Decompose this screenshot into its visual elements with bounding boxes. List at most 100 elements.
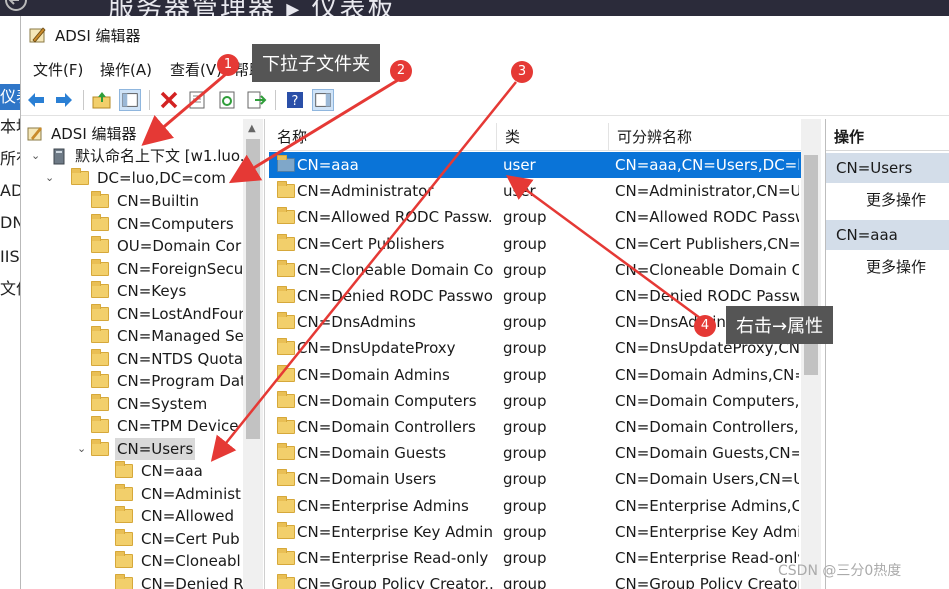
column-class[interactable]: 类 <box>497 123 609 151</box>
cell-class: group <box>503 234 547 253</box>
cell-class: group <box>503 444 547 463</box>
cell-class: group <box>503 391 547 410</box>
tree-scrollbar[interactable]: ▲ <box>243 119 263 589</box>
cell-dn: CN=Domain Users,CN=Us <box>615 470 799 489</box>
tree-subitem-label: CN=aaa <box>141 462 203 480</box>
sidebar-item-dashboard[interactable]: 仪表 <box>0 84 22 110</box>
table-row[interactable]: CN=Domain Controllers group CN=Domain Cont… <box>269 414 801 440</box>
table-row[interactable]: CN=Enterprise Read-only ... group CN=Enter… <box>269 545 801 571</box>
server-manager-title: 服务器管理器 ▸ 仪表板 <box>108 0 396 16</box>
table-row[interactable]: CN=Group Policy Creator... group CN=Group … <box>269 571 801 589</box>
list-header: 名称 类 可分辨名称 <box>269 123 801 151</box>
table-row[interactable]: CN=Administrator user CN=Administrator,CN=… <box>269 178 801 204</box>
table-row[interactable]: CN=Domain Users group CN=Domain Users,CN=U… <box>269 466 801 492</box>
folder-icon <box>277 548 295 565</box>
menu-file[interactable]: 文件(F) <box>33 59 83 80</box>
toolbar: ? <box>21 86 949 116</box>
table-row[interactable]: CN=Cloneable Domain Co... group CN=Cloneab… <box>269 257 801 283</box>
column-dn[interactable]: 可分辨名称 <box>609 123 801 151</box>
table-row[interactable]: CN=aaa user CN=aaa,CN=Users,DC=luo <box>269 152 801 178</box>
list-scrollbar[interactable] <box>801 119 821 589</box>
menu-action[interactable]: 操作(A) <box>100 59 152 80</box>
table-row[interactable]: CN=Domain Guests group CN=Domain Guests,CN… <box>269 440 801 466</box>
sidebar-item-dns[interactable]: DN <box>0 210 22 236</box>
cell-name: CN=Cert Publishers <box>297 234 445 253</box>
more-actions-aaa[interactable]: 更多操作 <box>866 256 926 277</box>
tree-item-label: CN=NTDS Quota <box>117 350 244 368</box>
cell-name: CN=Administrator <box>297 182 434 201</box>
refresh-icon[interactable] <box>216 89 238 111</box>
properties-icon[interactable] <box>186 89 208 111</box>
table-row[interactable]: CN=Enterprise Admins group CN=Enterprise A… <box>269 493 801 519</box>
folder-icon <box>91 191 109 208</box>
actions-section-users[interactable]: CN=Users <box>826 153 949 183</box>
help-icon[interactable]: ? <box>284 89 306 111</box>
tree-item-label: CN=Users <box>115 438 196 460</box>
folder-icon <box>277 286 295 303</box>
delete-icon[interactable] <box>158 89 180 111</box>
cell-dn: CN=Domain Guests,CN=U <box>615 444 799 463</box>
cell-name: CN=Denied RODC Passwo... <box>297 287 493 305</box>
cell-class: group <box>503 418 547 436</box>
svg-text:?: ? <box>292 94 299 109</box>
table-row[interactable]: CN=Domain Computers group CN=Domain Comput… <box>269 388 801 414</box>
export-icon[interactable] <box>245 89 267 111</box>
adsi-root-icon <box>27 127 42 141</box>
scroll-thumb[interactable] <box>246 139 260 439</box>
table-row[interactable]: CN=DnsUpdateProxy group CN=DnsUpdateProxy,… <box>269 335 801 361</box>
folder-icon <box>115 461 133 478</box>
sidebar-item-local[interactable]: 本地 <box>0 114 22 140</box>
column-name[interactable]: 名称 <box>269 123 497 151</box>
tree-domain-label: DC=luo,DC=com <box>97 169 226 187</box>
cell-class: user <box>503 156 536 174</box>
cell-dn: CN=Cert Publishers,CN=U <box>615 234 799 253</box>
cell-name: CN=Domain Controllers <box>297 418 476 436</box>
folder-icon <box>277 469 295 487</box>
table-row[interactable]: CN=Allowed RODC Passw... group CN=Allowed … <box>269 204 801 230</box>
folder-icon <box>277 338 295 356</box>
folder-icon <box>277 574 295 589</box>
scroll-up-icon[interactable]: ▲ <box>248 123 256 134</box>
show-hide-tree-icon[interactable] <box>119 89 141 111</box>
cell-name: CN=Domain Admins <box>297 365 450 384</box>
cell-dn: CN=Domain Computers,CN <box>615 391 799 410</box>
cell-name: CN=Allowed RODC Passw... <box>297 208 493 227</box>
table-row[interactable]: CN=Enterprise Key Admins group CN=Enterpri… <box>269 519 801 545</box>
show-hide-action-icon[interactable] <box>312 89 334 111</box>
folder-icon <box>277 417 295 434</box>
chevron-down-icon[interactable]: ⌄ <box>45 167 55 189</box>
tree-subitem-label: CN=Administ <box>141 485 241 503</box>
tree-root-label: ADSI 编辑器 <box>51 125 137 143</box>
forward-icon[interactable] <box>53 89 75 111</box>
watermark: CSDN @三分0热度 <box>778 563 902 579</box>
cell-name: CN=Domain Guests <box>297 444 447 463</box>
table-row[interactable]: CN=Denied RODC Passwo... group CN=Denied R… <box>269 283 801 309</box>
sidebar-item-all[interactable]: 所有 <box>0 146 22 172</box>
annotation-badge-2: 2 <box>390 60 412 82</box>
table-row[interactable]: CN=Cert Publishers group CN=Cert Publisher… <box>269 231 801 257</box>
more-actions-users[interactable]: 更多操作 <box>866 189 926 210</box>
server-manager-titlebar: 服务器管理器 ▸ 仪表板 <box>0 0 949 16</box>
sidebar-item-iis[interactable]: IIS <box>0 244 22 270</box>
tree-item-label: CN=ForeignSecu <box>117 260 244 278</box>
folder-icon <box>277 443 295 461</box>
folder-icon <box>91 371 109 388</box>
up-folder-icon[interactable] <box>91 89 113 111</box>
sidebar-item-ad[interactable]: AD <box>0 178 22 204</box>
tree-naming-context-label: 默认命名上下文 [w1.luo.c <box>75 147 253 165</box>
chevron-down-icon[interactable]: ⌄ <box>31 145 41 167</box>
cell-class: group <box>503 575 547 589</box>
cell-class: group <box>503 339 547 358</box>
back-nav-icon <box>5 0 27 11</box>
cell-name: CN=aaa <box>297 156 359 174</box>
back-icon[interactable] <box>25 89 47 111</box>
cell-dn: CN=Allowed RODC Passwo <box>615 208 799 227</box>
table-row[interactable]: CN=DnsAdminsgroupCN=DnsAdmins,CN=Users <box>269 309 801 335</box>
chevron-down-icon[interactable]: ⌄ <box>77 438 87 460</box>
tree-item-label: OU=Domain Cor <box>117 237 242 255</box>
table-row[interactable]: CN=Domain Admins group CN=Domain Admins,CN… <box>269 362 801 388</box>
cell-dn: CN=Domain Controllers,CN <box>615 418 799 436</box>
actions-section-aaa[interactable]: CN=aaa <box>826 220 949 250</box>
menu-view[interactable]: 查看(V) <box>170 59 222 80</box>
sidebar-item-files[interactable]: 文件 <box>0 276 22 302</box>
